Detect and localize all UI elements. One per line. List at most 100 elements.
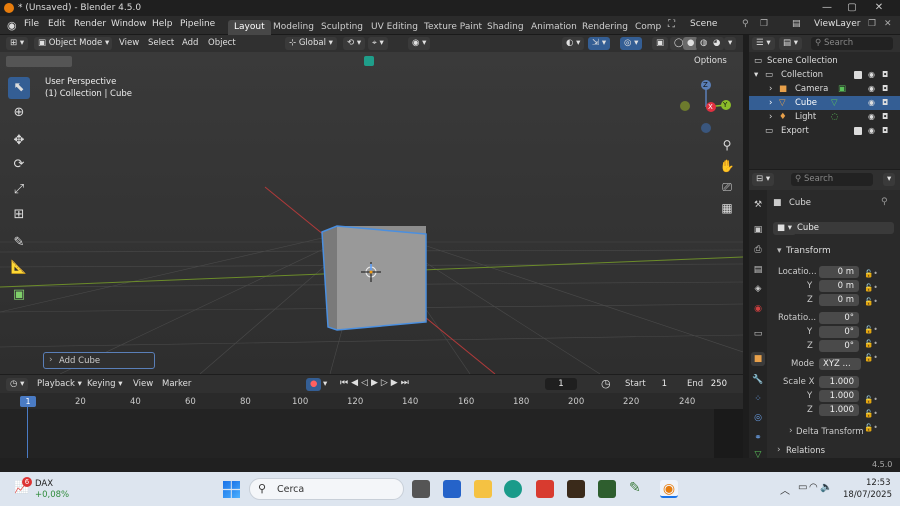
camera-render-icon[interactable]: ◘ (882, 96, 888, 110)
new-scene-icon[interactable]: ❐ (760, 19, 768, 29)
task-view-icon[interactable] (412, 480, 430, 498)
scale-z-field[interactable]: 1.000 (819, 404, 859, 416)
nvidia-app-icon[interactable] (598, 480, 616, 498)
modifier-tab-icon[interactable]: 🔧 (751, 373, 765, 387)
tab-rendering[interactable]: Rendering (576, 20, 634, 35)
camera-render-icon[interactable]: ◘ (882, 124, 888, 138)
tab-compositing[interactable]: Comp (629, 20, 667, 35)
last-operator-panel[interactable]: › Add Cube (43, 352, 155, 369)
transform-chevron-icon[interactable]: ▾ (777, 246, 782, 256)
eye-icon[interactable]: ◉ (868, 96, 875, 110)
scene-icon[interactable]: ⛶ (668, 19, 675, 30)
record-icon[interactable]: ● (306, 378, 322, 391)
keying-dropdown-icon[interactable]: ▾ (323, 379, 327, 389)
microsoft-store-icon[interactable] (443, 480, 461, 498)
menu-file[interactable]: File (24, 19, 39, 29)
pin-icon[interactable]: ⚲ (881, 197, 888, 207)
viewport-menu-select[interactable]: Select (148, 38, 174, 48)
lock-icons[interactable]: 🔓• 🔓• 🔓• 🔓• 🔓• 🔓• 🔓• 🔓• 🔓• (864, 267, 884, 435)
outliner-item-camera[interactable]: › ■ Camera ▣ ◉ ◘ (749, 82, 900, 96)
camera-render-icon[interactable]: ◘ (882, 68, 888, 82)
properties-search-input[interactable]: ⚲ Search (791, 173, 873, 186)
move-tool-icon[interactable]: ✥ (8, 130, 30, 152)
file-explorer-icon[interactable] (474, 480, 492, 498)
outliner-display-mode-icon[interactable]: ▤ ▾ (779, 37, 802, 50)
remove-view-layer-icon[interactable]: ✕ (884, 19, 892, 29)
output-tab-icon[interactable]: ⎙ (751, 243, 765, 257)
world-tab-icon[interactable]: ◉ (751, 302, 765, 316)
eye-icon[interactable]: ◉ (868, 110, 875, 124)
editor-type-icon[interactable]: ⊞ ▾ (6, 37, 29, 50)
viewport-menu-object[interactable]: Object (208, 38, 236, 48)
visibility-icon[interactable]: ◐ ▾ (562, 37, 585, 50)
properties-editor-icon[interactable]: ⊟ ▾ (752, 173, 775, 186)
collection-tab-icon[interactable]: ▭ (751, 327, 765, 341)
camera-view-icon[interactable]: ⎚ (718, 178, 736, 196)
timeline-menu-keying[interactable]: Keying ▾ (87, 379, 123, 389)
add-cube-tool-icon[interactable]: ▣ (8, 284, 30, 306)
clock-time[interactable]: 12:53 (866, 478, 891, 488)
rotation-y-field[interactable]: 0° (819, 326, 859, 338)
shading-options-icon[interactable]: ▾ (724, 37, 737, 50)
camera-render-icon[interactable]: ◘ (882, 110, 888, 124)
tab-layout[interactable]: Layout (228, 20, 271, 35)
rotation-z-field[interactable]: 0° (819, 340, 859, 352)
object-name-field[interactable]: Cube (793, 222, 894, 234)
particles-tab-icon[interactable]: ⁘ (751, 392, 765, 406)
blender-taskbar-icon[interactable]: ◉ (660, 480, 678, 498)
pivot-icon[interactable]: ⟲ ▾ (343, 37, 366, 50)
blender-menu-icon[interactable]: ◉ (7, 19, 17, 32)
overlay-toggle-icon[interactable]: ◎ ▾ (620, 37, 643, 50)
view-layer-tab-icon[interactable]: ▤ (751, 263, 765, 277)
options-button[interactable]: Options (690, 55, 731, 68)
wifi-icon[interactable]: ◠ (809, 482, 818, 493)
timeline-menu-playback[interactable]: Playback ▾ (37, 379, 82, 389)
tab-texture-paint[interactable]: Texture Paint (418, 20, 488, 35)
tab-sculpting[interactable]: Sculpting (315, 20, 369, 35)
view-layer-name[interactable]: ViewLayer (814, 19, 860, 29)
transform-tool-icon[interactable]: ⊞ (8, 204, 30, 226)
outliner-search-input[interactable]: ⚲ Search (811, 37, 893, 50)
minimize-icon[interactable]: — (820, 1, 834, 15)
new-view-layer-icon[interactable]: ❐ (868, 19, 876, 29)
eye-icon[interactable]: ◉ (868, 68, 875, 82)
shading-rendered-icon[interactable]: ◕ (709, 37, 725, 50)
outliner-item-light[interactable]: › ♦ Light ◌ ◉ ◘ (749, 110, 900, 124)
scene-name[interactable]: Scene (690, 19, 717, 29)
delta-transform-header[interactable]: Delta Transform (796, 427, 864, 437)
menu-pipeline[interactable]: Pipeline (180, 19, 215, 29)
office-app-icon[interactable] (536, 480, 554, 498)
timeline-menu-marker[interactable]: Marker (162, 379, 191, 389)
object-tab-icon[interactable]: ■ (751, 352, 765, 366)
render-tab-icon[interactable]: ▣ (751, 223, 765, 237)
scale-tool-icon[interactable]: ⤢ (8, 179, 30, 201)
relations-chevron-icon[interactable]: › (777, 445, 781, 455)
xray-icon[interactable]: ▣ (652, 37, 669, 50)
cursor-tool-icon[interactable]: ⊕ (8, 102, 30, 124)
zoom-icon[interactable]: ⚲ (718, 136, 736, 154)
start-menu-icon-right[interactable] (231, 481, 240, 498)
scale-x-field[interactable]: 1.000 (819, 376, 859, 388)
outliner-item-cube[interactable]: › ▽ Cube ▽ ◉ ◘ (749, 96, 900, 110)
transform-panel-header[interactable]: Transform (786, 246, 831, 256)
menu-edit[interactable]: Edit (48, 19, 65, 29)
outliner-item-collection[interactable]: ▾ ▭ Collection ◉ ◘ (749, 68, 900, 82)
tab-shading[interactable]: Shading (481, 20, 530, 35)
volume-icon[interactable]: 🔈 (820, 482, 832, 493)
preview-range-icon[interactable]: ◷ (601, 377, 611, 390)
outliner-item-export[interactable]: ▭ Export ◉ ◘ (749, 124, 900, 138)
3d-viewport[interactable]: Options User Perspective (1) Collection … (0, 52, 743, 374)
measure-tool-icon[interactable]: 📐 (8, 257, 30, 279)
rotation-x-field[interactable]: 0° (819, 312, 859, 324)
snap-icon[interactable]: ⌖ ▾ (368, 37, 388, 50)
pen-app-icon[interactable]: ✎ (629, 480, 647, 498)
scale-y-field[interactable]: 1.000 (819, 390, 859, 402)
select-box-tool-icon[interactable]: ⬉ (8, 77, 30, 99)
viewport-menu-add[interactable]: Add (182, 38, 198, 48)
menu-help[interactable]: Help (152, 19, 173, 29)
pan-hand-icon[interactable]: ✋ (718, 157, 736, 175)
gizmo-toggle-icon[interactable]: ⇲ ▾ (588, 37, 611, 50)
eye-icon[interactable]: ◉ (868, 124, 875, 138)
widget-name[interactable]: DAX (35, 479, 53, 489)
location-x-field[interactable]: 0 m (819, 266, 859, 278)
